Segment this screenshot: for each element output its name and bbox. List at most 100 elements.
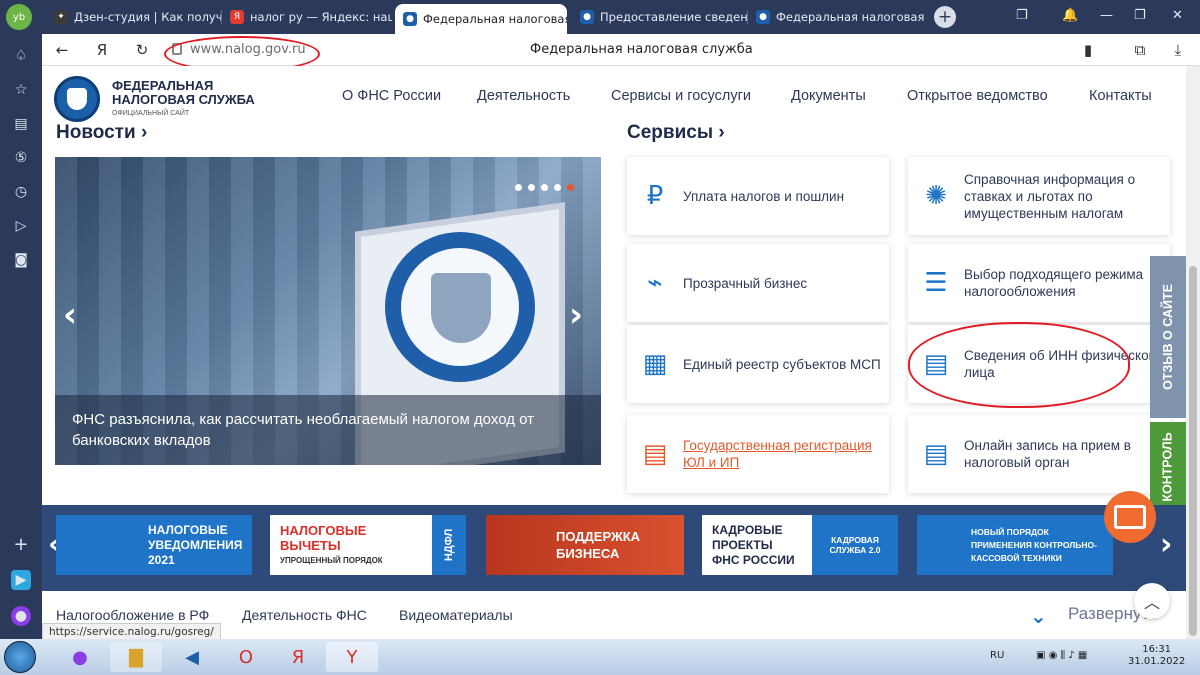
language-indicator[interactable]: RU (990, 650, 1004, 661)
yandex-home-icon[interactable]: Я (92, 40, 112, 60)
banner-cash-register[interactable]: НОВЫЙ ПОРЯДОК ПРИМЕНЕНИЯ КОНТРОЛЬНО- КАС… (917, 515, 1113, 575)
tray-icons[interactable]: ▣ ◉ ⫼ ♪ ▦ (1036, 650, 1087, 661)
page-scrollbar[interactable] (1186, 66, 1200, 639)
fns-emblem-icon[interactable] (54, 76, 100, 122)
slider-prev-icon[interactable]: ‹ (63, 295, 77, 335)
play-icon[interactable]: ▷ (11, 216, 31, 236)
m02-document-icon: ▤ (923, 439, 949, 469)
nav-contacts[interactable]: Контакты (1089, 88, 1152, 104)
notifications-icon[interactable]: ♤ (11, 46, 31, 66)
history-icon[interactable]: ◷ (11, 182, 31, 202)
bookmark-icon[interactable]: ▮ (1078, 40, 1098, 60)
close-icon[interactable]: ✕ (1172, 8, 1183, 23)
service-transparent-business[interactable]: ⌁ Прозрачный бизнес (627, 244, 889, 322)
carousel-next-icon[interactable]: › (1160, 527, 1172, 562)
address-bar: ← Я ↻ www.nalog.gov.ru Федеральная налог… (42, 34, 1200, 72)
service-property-rates[interactable]: ✺ Справочная информация о ставках и льго… (908, 157, 1170, 235)
minimize-icon[interactable]: — (1100, 8, 1113, 23)
bell-icon[interactable]: 🔔 (1062, 8, 1078, 23)
site-logo-text[interactable]: ФЕДЕРАЛЬНАЯ НАЛОГОВАЯ СЛУЖБА (112, 79, 255, 107)
notes-icon[interactable]: ▤ (11, 114, 31, 134)
browser-sidebar: ♤ ☆ ▤ ⑤ ◷ ▷ ◙ + ▶ ● (0, 34, 42, 639)
fns-icon: ● (756, 10, 770, 24)
scroll-up-icon[interactable]: ︿ (1134, 583, 1170, 619)
nav-open-agency[interactable]: Открытое ведомство (907, 88, 1048, 104)
news-heading[interactable]: Новости › (56, 122, 147, 144)
service-online-appointment[interactable]: ▤ Онлайн запись на прием в налоговый орг… (908, 415, 1170, 493)
chevron-down-icon[interactable]: ⌄ (1030, 604, 1047, 628)
msp-icon: ▦ (642, 349, 668, 379)
nav-activity[interactable]: Деятельность (477, 88, 570, 104)
banner-carousel: ‹ НАЛОГОВЫЕ УВЕДОМЛЕНИЯ 2021 НАЛОГОВЫЕ В… (42, 505, 1186, 591)
fns-seal-image (385, 232, 535, 382)
service-state-registration[interactable]: ▤ Государственная регистрация ЮЛ и ИП (627, 415, 889, 493)
banner-tax-deductions[interactable]: НАЛОГОВЫЕ ВЫЧЕТЫ УПРОЩЕННЫЙ ПОРЯДОК НДФЛ (270, 515, 466, 575)
news-slider[interactable]: ‹ › ФНС разъяснила, как рассчитать необл… (55, 157, 601, 465)
fns-icon: ● (580, 10, 594, 24)
slider-dot[interactable] (541, 184, 548, 191)
services-heading[interactable]: Сервисы › (627, 122, 725, 144)
add-sidebar-icon[interactable]: + (11, 534, 31, 555)
slider-dots (515, 184, 574, 191)
messenger-icon[interactable]: ▶ (11, 570, 31, 590)
link-video[interactable]: Видеоматериалы (399, 607, 513, 623)
tab-nalog-active[interactable]: ● Федеральная налоговая служба (395, 4, 567, 34)
scrollbar-thumb[interactable] (1189, 266, 1197, 636)
yandex-icon: Я (230, 10, 244, 24)
star-icon[interactable]: ☆ (11, 80, 31, 100)
slider-dot-active[interactable] (567, 184, 574, 191)
back-icon[interactable]: ← (52, 40, 72, 60)
control-tab[interactable]: КОНТРОЛЬ (1150, 422, 1186, 512)
news-caption[interactable]: ФНС разъяснила, как рассчитать необлагае… (72, 409, 582, 451)
new-tab-button[interactable]: + (934, 6, 956, 28)
screenshot-icon[interactable]: ◙ (11, 250, 31, 270)
opera-icon[interactable]: O (220, 642, 272, 672)
windows-taskbar: ● ▇ ◀ O Я Y RU ▣ ◉ ⫼ ♪ ▦ 16:31 31.01.202… (0, 639, 1200, 675)
feedback-tab[interactable]: ОТЗЫВ О САЙТЕ (1150, 256, 1186, 418)
browser-tab-bar: yb ✦ Дзен-студия | Как получить Я налог … (0, 0, 1200, 34)
bookmark-tabs-icon[interactable]: ❐ (1016, 8, 1028, 23)
tab-yandex-search[interactable]: Я налог ру — Яндекс: нашлось (222, 4, 392, 30)
service-tax-regime[interactable]: ☰ Выбор подходящего режима налогообложен… (908, 244, 1170, 322)
start-button[interactable] (4, 641, 36, 673)
red-annotation-circle (908, 322, 1130, 408)
banner-business-support[interactable]: ПОДДЕРЖКА БИЗНЕСА (486, 515, 684, 575)
browser-menu-icon[interactable]: yb (6, 4, 32, 30)
download-icon[interactable]: ⤓ (1168, 40, 1188, 60)
sliders-icon: ☰ (924, 268, 948, 298)
explorer-icon[interactable]: ▇ (110, 642, 162, 672)
ul-ip-document-icon: ▤ (642, 439, 668, 469)
lamp-icon: ⌁ (647, 268, 663, 298)
slider-dot[interactable] (554, 184, 561, 191)
service-payment[interactable]: ₽ Уплата налогов и пошлин (627, 157, 889, 235)
nav-services[interactable]: Сервисы и госуслуги (611, 88, 751, 104)
yandex-taskbar-icon[interactable]: Я (272, 642, 324, 672)
slider-dot[interactable] (515, 184, 522, 191)
slider-dot[interactable] (528, 184, 535, 191)
fns-icon: ● (403, 12, 417, 26)
media-player-icon[interactable]: ◀ (166, 642, 218, 672)
yandex-browser-icon[interactable]: Y (326, 642, 378, 672)
slider-next-icon[interactable]: › (569, 295, 583, 335)
ruble-phone-icon: ₽ (646, 181, 664, 211)
nav-documents[interactable]: Документы (791, 88, 866, 104)
logo-subtitle: ОФИЦИАЛЬНЫЙ САЙТ (112, 110, 190, 117)
service-msp-registry[interactable]: ▦ Единый реестр субъектов МСП (627, 325, 889, 403)
tab-dzen[interactable]: ✦ Дзен-студия | Как получить (46, 4, 222, 30)
restore-icon[interactable]: ❐ (1134, 8, 1146, 23)
alice-icon[interactable]: ● (11, 606, 31, 626)
link-fns-activity[interactable]: Деятельность ФНС (242, 607, 367, 623)
banner-tax-notices[interactable]: НАЛОГОВЫЕ УВЕДОМЛЕНИЯ 2021 (56, 515, 252, 575)
tab-nalog-2[interactable]: ● Федеральная налоговая служба (748, 4, 924, 30)
clock[interactable]: 16:31 31.01.2022 (1128, 644, 1185, 668)
banner-hr-projects[interactable]: КАДРОВЫЕ ПРОЕКТЫ ФНС РОССИИ КАДРОВАЯ СЛУ… (702, 515, 898, 575)
chat-icon[interactable] (1104, 491, 1156, 543)
extensions-icon[interactable]: ⧉ (1130, 40, 1150, 60)
collections-icon[interactable]: ⑤ (11, 148, 31, 168)
alice-taskbar-icon[interactable]: ● (54, 642, 106, 672)
tab-svedeniya[interactable]: ● Предоставление сведений (572, 4, 748, 30)
reload-icon[interactable]: ↻ (132, 40, 152, 60)
dzen-icon: ✦ (54, 10, 68, 24)
link-taxation[interactable]: Налогообложение в РФ (56, 607, 209, 623)
nav-about[interactable]: О ФНС России (342, 88, 441, 104)
